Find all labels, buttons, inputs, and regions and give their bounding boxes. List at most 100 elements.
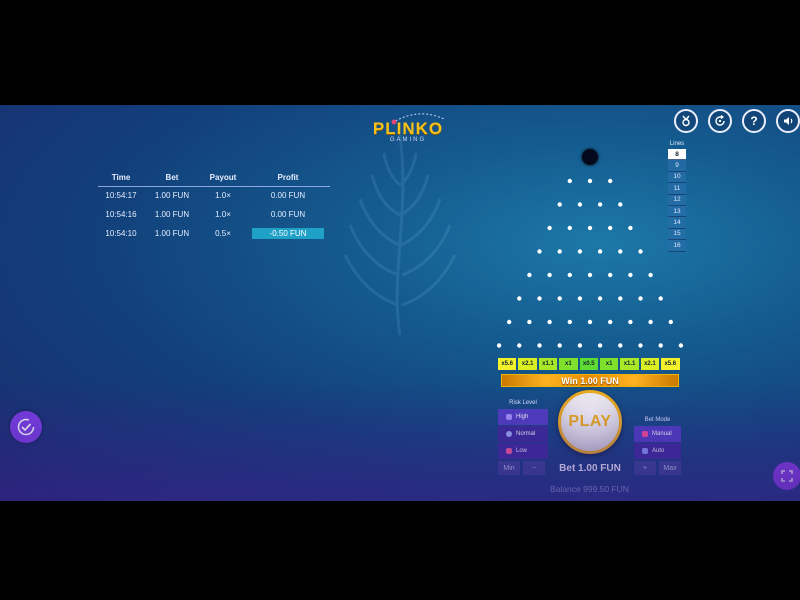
peg xyxy=(658,296,663,301)
bet-amount: Bet 1.00 FUN xyxy=(559,463,621,474)
peg xyxy=(517,343,522,348)
risk-low-icon xyxy=(506,448,512,454)
win-banner: Win 1.00 FUN xyxy=(501,374,679,387)
peg xyxy=(648,319,653,325)
fern-decoration xyxy=(343,134,457,336)
game-viewport: PLINKO GAMING ? Time Bet Payout Profit 1… xyxy=(0,105,800,501)
play-button[interactable]: PLAY xyxy=(558,390,622,454)
manual-icon xyxy=(642,431,648,437)
peg xyxy=(678,343,684,348)
bet-controls: Min − Bet 1.00 FUN + Max xyxy=(498,461,681,477)
lines-option-12[interactable]: 12 xyxy=(668,194,686,206)
history-header-bet: Bet xyxy=(144,170,200,187)
bet-mode-label: Auto xyxy=(652,448,665,454)
peg xyxy=(567,272,572,278)
peg xyxy=(577,296,583,301)
lines-option-8[interactable]: 8 xyxy=(668,149,686,161)
multiplier-slot: x0.5 xyxy=(579,358,598,370)
risk-high-icon xyxy=(506,414,512,420)
lines-option-16[interactable]: 16 xyxy=(668,240,686,252)
lines-option-9[interactable]: 9 xyxy=(668,160,686,172)
risk-option-high[interactable]: High xyxy=(498,409,548,425)
peg xyxy=(628,319,633,325)
peg xyxy=(618,249,623,254)
history-payout: 0.5× xyxy=(215,229,231,238)
lines-option-14[interactable]: 14 xyxy=(668,217,686,229)
peg xyxy=(638,296,643,301)
peg xyxy=(577,202,583,207)
lines-option-15[interactable]: 15 xyxy=(668,228,686,241)
multiplier-slot: x5.6 xyxy=(661,358,680,370)
peg xyxy=(537,343,542,348)
lines-option-13[interactable]: 13 xyxy=(668,205,686,218)
risk-level-panel: Risk Level High Normal Low xyxy=(498,400,548,460)
risk-option-low[interactable]: Low xyxy=(498,443,548,459)
multiplier-slot: x1.1 xyxy=(538,358,558,370)
refresh-icon[interactable] xyxy=(708,109,732,133)
logo-arc-icon xyxy=(391,113,445,125)
peg xyxy=(527,319,532,325)
table-row: 10:54:10 1.00 FUN 0.5× -0.50 FUN xyxy=(98,224,330,243)
peg xyxy=(557,343,562,348)
peg xyxy=(658,343,663,348)
medal-icon[interactable] xyxy=(674,109,698,133)
peg xyxy=(567,319,572,325)
multiplier-slot: x5.6 xyxy=(498,358,517,370)
lines-option-10[interactable]: 10 xyxy=(668,171,686,184)
check-history-icon xyxy=(17,418,35,436)
peg xyxy=(547,225,552,231)
risk-option-label: High xyxy=(516,414,529,420)
history-toggle-button[interactable] xyxy=(10,411,42,443)
lines-option-11[interactable]: 11 xyxy=(668,183,686,195)
bet-mode-label: Manual xyxy=(652,431,672,437)
multiplier-slot: x1 xyxy=(599,358,619,370)
peg-board xyxy=(496,178,684,348)
peg xyxy=(577,343,583,348)
history-bet: 1.00 FUN xyxy=(154,229,190,238)
risk-level-title: Risk Level xyxy=(509,400,537,406)
risk-normal-icon xyxy=(506,431,512,437)
peg xyxy=(527,272,532,278)
multiplier-slot: x1.1 xyxy=(620,358,639,370)
bet-mode-auto[interactable]: Auto xyxy=(634,443,681,459)
bet-increase-button[interactable]: + xyxy=(634,461,656,475)
history-time: 10:54:17 xyxy=(105,191,137,201)
history-time: 10:54:10 xyxy=(105,229,137,238)
bet-mode-title: Bet Mode xyxy=(644,417,671,423)
risk-option-label: Normal xyxy=(516,431,536,437)
history-bet: 1.00 FUN xyxy=(154,191,190,201)
top-toolbar: ? xyxy=(674,109,800,133)
peg xyxy=(597,202,603,207)
peg xyxy=(648,272,653,278)
history-time: 10:54:16 xyxy=(105,210,137,219)
history-payout: 1.0× xyxy=(215,210,231,219)
peg xyxy=(587,319,593,325)
fullscreen-button[interactable] xyxy=(773,462,800,490)
bet-min-button[interactable]: Min xyxy=(498,461,520,475)
bet-max-button[interactable]: Max xyxy=(659,461,681,475)
history-header-profit: Profit xyxy=(246,170,330,187)
peg xyxy=(597,343,603,348)
peg xyxy=(567,225,572,231)
sound-icon[interactable] xyxy=(776,109,800,133)
history-bet: 1.00 FUN xyxy=(154,210,190,219)
peg xyxy=(587,178,593,184)
peg xyxy=(557,202,562,207)
peg xyxy=(557,249,562,254)
profit-negative-badge: -0.50 FUN xyxy=(252,228,324,239)
peg xyxy=(608,319,613,325)
risk-option-normal[interactable]: Normal xyxy=(498,426,548,442)
peg xyxy=(587,272,593,278)
auto-icon xyxy=(642,448,648,454)
history-header-row: Time Bet Payout Profit xyxy=(98,170,330,187)
plinko-ball xyxy=(582,149,598,165)
table-row: 10:54:17 1.00 FUN 1.0× 0.00 FUN xyxy=(98,186,330,205)
lines-selector: Lines 8 9 10 11 12 13 14 15 16 xyxy=(668,141,686,252)
peg xyxy=(597,296,603,301)
bet-mode-manual[interactable]: Manual xyxy=(634,426,681,442)
bet-decrease-button[interactable]: − xyxy=(523,461,545,475)
peg xyxy=(557,296,562,301)
peg xyxy=(517,296,522,301)
history-profit-negative: -0.50 FUN xyxy=(246,224,330,243)
help-icon[interactable]: ? xyxy=(742,109,766,133)
